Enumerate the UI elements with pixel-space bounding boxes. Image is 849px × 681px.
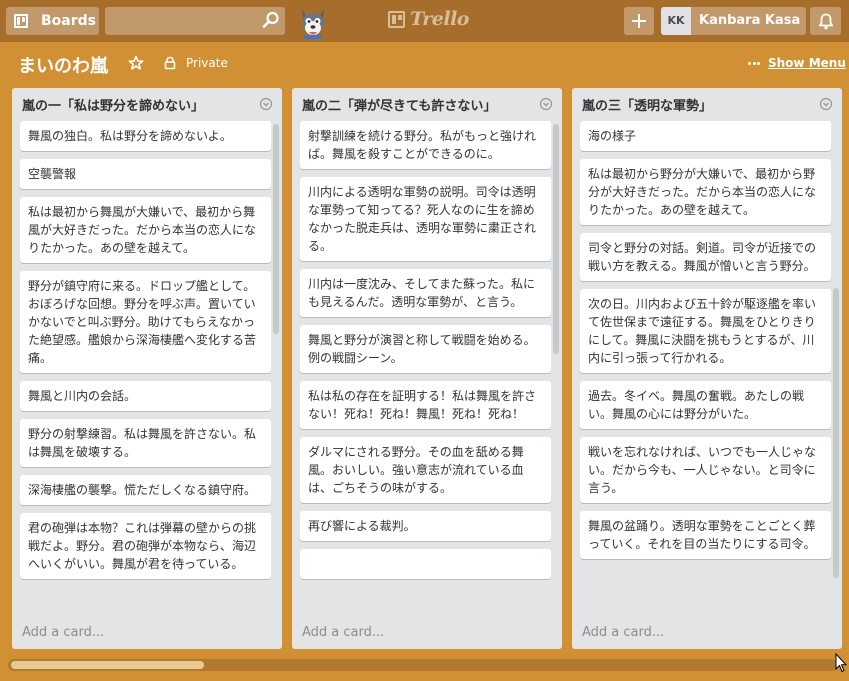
trello-logo-icon [388, 11, 405, 28]
list-scrollbar[interactable] [833, 288, 839, 578]
list-menu-chevron-icon[interactable] [259, 97, 273, 111]
card[interactable]: 海の様子 [580, 121, 831, 151]
card-list: 海の様子 私は最初から野分が大嫌いで、最初から野分が大好きだった。だから本当の恋… [580, 121, 833, 613]
lock-icon[interactable] [163, 56, 177, 70]
list-2: 嵐の二「弾が尽きても許さない」 射撃訓練を続ける野分。私がもっと強ければ。舞風を… [292, 88, 562, 649]
card[interactable]: 野分の射撃練習。私は舞風を許さない。私は舞風を破壊する。 [20, 419, 271, 467]
card[interactable]: 次の日。川内および五十鈴が駆逐艦を率いて佐世保まで遠征する。舞風をひとりきりにし… [580, 289, 831, 373]
top-header: Boards Trello KK Kanbara Kasa [0, 0, 849, 42]
list-title[interactable]: 嵐の二「弾が尽きても許さない」 [302, 95, 496, 114]
card[interactable]: 私は最初から野分が大嫌いで、最初から野分が大好きだった。だから本当の恋人になりた… [580, 159, 831, 225]
add-card-link[interactable]: Add a card... [22, 625, 104, 640]
card[interactable] [300, 549, 551, 579]
board-horizontal-scrollbar[interactable] [8, 659, 838, 671]
add-card-link[interactable]: Add a card... [582, 625, 664, 640]
board-visibility[interactable]: Private [186, 56, 228, 70]
card[interactable]: 空襲警報 [20, 159, 271, 189]
trello-logo[interactable]: Trello [388, 8, 469, 34]
card[interactable]: 深海棲艦の襲撃。慌ただしくなる鎮守府。 [20, 475, 271, 505]
more-dots-icon[interactable] [748, 62, 760, 66]
card[interactable]: 舞風の独白。私は野分を諦めないよ。 [20, 121, 271, 151]
show-menu-link[interactable]: Show Menu [768, 56, 846, 70]
card[interactable]: 川内による透明な軍勢の説明。司令は透明な軍勢って知ってる？死人なのに生を諦めなか… [300, 177, 551, 261]
list-menu-chevron-icon[interactable] [819, 97, 833, 111]
card[interactable]: 川内は一度沈み、そしてまた蘇った。私にも見えるんだ。透明な軍勢が、と言う。 [300, 269, 551, 317]
list-1: 嵐の一「私は野分を諦めない」 舞風の独白。私は野分を諦めないよ。 空襲警報 私は… [12, 88, 282, 649]
boards-label: Boards [41, 13, 96, 29]
board-title[interactable]: まいのわ嵐 [18, 52, 108, 78]
taco-mascot-icon[interactable] [295, 4, 331, 40]
member-menu-button[interactable]: KK Kanbara Kasa [661, 7, 806, 35]
bell-icon [818, 13, 834, 30]
list-menu-chevron-icon[interactable] [539, 97, 553, 111]
card[interactable]: 過去。冬イベ。舞風の奮戦。あたしの戦い。舞風の心には野分がいた。 [580, 381, 831, 429]
card[interactable]: 司令と野分の対話。剣道。司令が近接での戦い方を教える。舞風が憎いと言う野分。 [580, 233, 831, 281]
card[interactable]: ダルマにされる野分。その血を舐める舞風。おいしい。強い意志が流れている血は、ごち… [300, 437, 551, 503]
add-card-link[interactable]: Add a card... [302, 625, 384, 640]
card[interactable]: 野分が鎮守府に来る。ドロップ艦として。おぼろげな回想。野分を呼ぶ声。置いていかな… [20, 271, 271, 373]
list-3: 嵐の三「透明な軍勢」 海の様子 私は最初から野分が大嫌いで、最初から野分が大好き… [572, 88, 842, 649]
avatar: KK [661, 7, 691, 35]
user-name: Kanbara Kasa [699, 13, 801, 28]
logo-text: Trello [410, 8, 469, 30]
search-icon[interactable] [262, 11, 280, 29]
boards-icon [14, 14, 28, 28]
add-button[interactable] [624, 7, 654, 35]
card[interactable]: 舞風と川内の会話。 [20, 381, 271, 411]
list-scrollbar[interactable] [553, 124, 559, 354]
boards-button[interactable]: Boards [6, 7, 99, 35]
scrollbar-thumb[interactable] [11, 661, 204, 669]
list-title[interactable]: 嵐の三「透明な軍勢」 [582, 95, 712, 114]
list-title[interactable]: 嵐の一「私は野分を諦めない」 [22, 95, 204, 114]
card[interactable]: 戦いを忘れなければ、いつでも一人じゃない。だから今も、一人じゃない。と司令に言う… [580, 437, 831, 503]
list-scrollbar[interactable] [273, 124, 279, 334]
card[interactable]: 射撃訓練を続ける野分。私がもっと強ければ。舞風を殺すことができるのに。 [300, 121, 551, 169]
card[interactable]: 舞風の盆踊り。透明な軍勢をことごとく葬っていく。それを目の当たりにする司令。 [580, 511, 831, 559]
star-icon[interactable] [128, 55, 144, 71]
card-list: 舞風の独白。私は野分を諦めないよ。 空襲警報 私は最初から舞風が大嫌いで、最初か… [20, 121, 273, 613]
card[interactable]: 舞風と野分が演習と称して戦闘を始める。例の戦闘シーン。 [300, 325, 551, 373]
mouse-cursor-icon [835, 653, 847, 673]
card[interactable]: 再び響による裁判。 [300, 511, 551, 541]
card-list: 射撃訓練を続ける野分。私がもっと強ければ。舞風を殺すことができるのに。 川内によ… [300, 121, 553, 613]
search-input[interactable] [105, 7, 285, 35]
card[interactable]: 私は最初から舞風が大嫌いで、最初から舞風が大好きだった。だから本当の恋人になりた… [20, 197, 271, 263]
notifications-button[interactable] [810, 7, 841, 35]
card[interactable]: 君の砲弾は本物？これは弾幕の壁からの挑戦だよ。野分。君の砲弾が本物なら、海辺へい… [20, 513, 271, 579]
card[interactable]: 私は私の存在を証明する！私は舞風を許さない！死ね！死ね！舞風！死ね！死ね！ [300, 381, 551, 429]
